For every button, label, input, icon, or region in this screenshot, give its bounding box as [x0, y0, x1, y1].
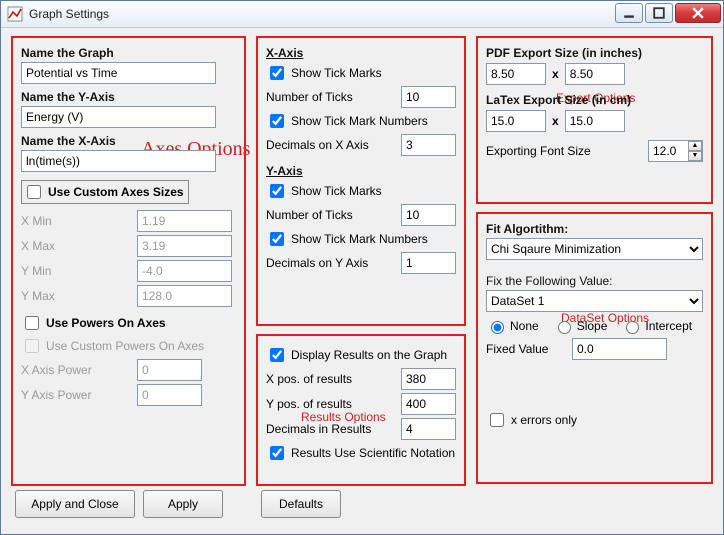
use-powers-checkbox[interactable]: [25, 316, 39, 330]
ymin-input: [137, 260, 232, 282]
font-size-label: Exporting Font Size: [486, 144, 642, 158]
res-decimals-label: Decimals in Results: [266, 422, 395, 436]
display-results-checkbox[interactable]: [270, 348, 284, 362]
name-x-label: Name the X-Axis: [21, 134, 236, 148]
x-decimals-input[interactable]: [401, 134, 456, 156]
apply-button[interactable]: Apply: [143, 490, 223, 518]
y-show-ticks-checkbox[interactable]: [270, 184, 284, 198]
pdf-size-label: PDF Export Size (in inches): [486, 46, 703, 60]
use-powers-label: Use Powers On Axes: [46, 316, 166, 330]
xmin-input: [137, 210, 232, 232]
fit-algo-select[interactable]: Chi Sqaure Minimization: [486, 238, 703, 260]
x-decimals-label: Decimals on X Axis: [266, 138, 395, 152]
defaults-button[interactable]: Defaults: [261, 490, 341, 518]
ypos-input[interactable]: [401, 393, 456, 415]
name-x-input[interactable]: [21, 150, 216, 172]
use-custom-powers-label: Use Custom Powers On Axes: [46, 339, 204, 353]
fix-none-label: None: [510, 319, 539, 333]
x-show-nums-checkbox[interactable]: [270, 114, 284, 128]
xmin-label: X Min: [21, 214, 131, 228]
name-y-input[interactable]: [21, 106, 216, 128]
latex-height-input[interactable]: [565, 110, 625, 132]
name-graph-label: Name the Graph: [21, 46, 236, 60]
xmax-label: X Max: [21, 239, 131, 253]
use-custom-axes-checkbox[interactable]: [27, 185, 41, 199]
pdf-times: x: [552, 67, 559, 81]
window: Graph Settings Axes Options Results Opti…: [0, 0, 724, 535]
axes-options-group: Name the Graph Name the Y-Axis Name the …: [11, 36, 246, 486]
fix-slope-label: Slope: [577, 319, 608, 333]
x-num-ticks-input[interactable]: [401, 86, 456, 108]
font-size-up[interactable]: ▲: [688, 141, 702, 151]
window-title: Graph Settings: [29, 7, 613, 21]
fit-algo-label: Fit Algortithm:: [486, 222, 703, 236]
titlebar: Graph Settings: [1, 1, 723, 28]
dataset-options-group: Fit Algortithm: Chi Sqaure Minimization …: [476, 212, 713, 484]
sci-notation-checkbox[interactable]: [270, 446, 284, 460]
sci-notation-label: Results Use Scientific Notation: [291, 446, 455, 460]
fix-none-radio[interactable]: [491, 321, 504, 334]
y-decimals-label: Decimals on Y Axis: [266, 256, 395, 270]
xpos-label: X pos. of results: [266, 372, 395, 386]
latex-times: x: [552, 114, 559, 128]
x-power-label: X Axis Power: [21, 363, 131, 377]
y-show-nums-label: Show Tick Mark Numbers: [291, 232, 428, 246]
res-decimals-input[interactable]: [401, 418, 456, 440]
results-options-group: Display Results on the Graph X pos. of r…: [256, 334, 466, 486]
fixed-value-label: Fixed Value: [486, 342, 566, 356]
y-power-input: [137, 384, 202, 406]
app-icon: [7, 6, 23, 22]
name-y-label: Name the Y-Axis: [21, 90, 236, 104]
xy-axis-group: X-Axis Show Tick Marks Number of Ticks S…: [256, 36, 466, 326]
xerrors-checkbox[interactable]: [490, 413, 504, 427]
dataset-select[interactable]: DataSet 1: [486, 290, 703, 312]
xpos-input[interactable]: [401, 368, 456, 390]
pdf-height-input[interactable]: [565, 63, 625, 85]
use-custom-axes-label: Use Custom Axes Sizes: [48, 185, 184, 199]
fix-value-label: Fix the Following Value:: [486, 274, 703, 288]
ymax-label: Y Max: [21, 289, 131, 303]
fixed-value-input[interactable]: [572, 338, 667, 360]
xmax-input: [137, 235, 232, 257]
minimize-button[interactable]: [615, 3, 643, 23]
pdf-width-input[interactable]: [486, 63, 546, 85]
ymax-input: [137, 285, 232, 307]
font-size-down[interactable]: ▼: [688, 151, 702, 161]
y-num-ticks-label: Number of Ticks: [266, 208, 395, 222]
x-power-input: [137, 359, 202, 381]
fix-intercept-label: Intercept: [645, 319, 692, 333]
x-show-nums-label: Show Tick Mark Numbers: [291, 114, 428, 128]
y-show-nums-checkbox[interactable]: [270, 232, 284, 246]
xerrors-label: x errors only: [511, 413, 577, 427]
yaxis-header: Y-Axis: [266, 164, 456, 178]
y-num-ticks-input[interactable]: [401, 204, 456, 226]
export-options-group: PDF Export Size (in inches) x LaTex Expo…: [476, 36, 713, 204]
name-graph-input[interactable]: [21, 62, 216, 84]
xaxis-header: X-Axis: [266, 46, 456, 60]
ypos-label: Y pos. of results: [266, 397, 395, 411]
close-button[interactable]: [675, 3, 721, 23]
y-decimals-input[interactable]: [401, 252, 456, 274]
display-results-label: Display Results on the Graph: [291, 348, 447, 362]
fix-intercept-radio[interactable]: [626, 321, 639, 334]
x-num-ticks-label: Number of Ticks: [266, 90, 395, 104]
fix-slope-radio[interactable]: [558, 321, 571, 334]
maximize-button[interactable]: [645, 3, 673, 23]
latex-size-label: LaTex Export Size (in cm): [486, 93, 703, 107]
x-show-ticks-checkbox[interactable]: [270, 66, 284, 80]
apply-close-button[interactable]: Apply and Close: [15, 490, 135, 518]
x-show-ticks-label: Show Tick Marks: [291, 66, 382, 80]
latex-width-input[interactable]: [486, 110, 546, 132]
y-show-ticks-label: Show Tick Marks: [291, 184, 382, 198]
ymin-label: Y Min: [21, 264, 131, 278]
use-custom-powers-checkbox: [25, 339, 39, 353]
y-power-label: Y Axis Power: [21, 388, 131, 402]
